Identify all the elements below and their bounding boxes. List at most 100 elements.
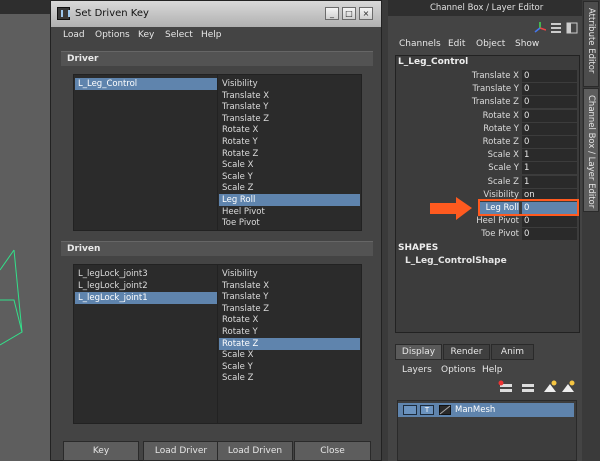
driven-attribute-list[interactable]: Visibility Translate X Translate Y Translat… [217, 264, 362, 424]
channel-attr-label[interactable]: Scale X [398, 149, 519, 161]
list-item[interactable]: Scale Y [219, 171, 360, 183]
channel-attr-value[interactable]: 0 [522, 215, 577, 228]
list-item[interactable]: Visibility [219, 78, 360, 90]
menu-edit[interactable]: Edit [448, 39, 465, 49]
driver-attribute-list[interactable]: Visibility Translate X Translate Y Translat… [217, 74, 362, 231]
list-item[interactable]: Rotate Z [219, 148, 360, 160]
channel-attr-label[interactable]: Scale Z [398, 176, 519, 188]
menu-layers[interactable]: Layers [402, 365, 432, 375]
close-icon[interactable]: × [359, 7, 373, 20]
viewport-wireframe [0, 249, 23, 346]
list-toggle-icon[interactable] [550, 22, 562, 34]
channel-attr-value[interactable]: 0 [522, 109, 577, 122]
dialog-titlebar[interactable]: Set Driven Key _ □ × [51, 1, 381, 27]
move-layer-up-icon[interactable] [544, 380, 557, 393]
list-item[interactable]: Translate Y [219, 291, 360, 303]
highlight-box [478, 199, 579, 216]
node-name[interactable]: L_Leg_Control [398, 57, 468, 67]
axis-icon[interactable] [534, 22, 546, 34]
list-item[interactable]: Scale X [219, 159, 360, 171]
tab-channel-box[interactable]: Channel Box / Layer Editor [583, 88, 599, 212]
channel-attr-label[interactable]: Rotate Z [398, 136, 519, 148]
list-item[interactable]: Rotate Y [219, 326, 360, 338]
channel-attr-value[interactable]: 0 [522, 122, 577, 135]
load-driven-button[interactable]: Load Driven [217, 441, 293, 461]
driven-header[interactable]: Driven [61, 241, 373, 256]
list-item[interactable]: Translate Y [219, 101, 360, 113]
layer-tool-icons [498, 380, 575, 393]
list-item[interactable]: Translate Z [219, 303, 360, 315]
menu-object[interactable]: Object [476, 39, 505, 49]
channel-attr-label[interactable]: Toe Pivot [398, 228, 519, 240]
list-item[interactable]: Translate X [219, 280, 360, 292]
list-item[interactable]: L_Leg_Control [75, 78, 217, 90]
close-button[interactable]: Close [294, 441, 371, 461]
channel-attr-label[interactable]: Rotate Y [398, 123, 519, 135]
menu-channels[interactable]: Channels [399, 39, 441, 49]
menu-layer-help[interactable]: Help [482, 365, 503, 375]
viewport[interactable] [0, 0, 50, 461]
maximize-icon[interactable]: □ [342, 7, 356, 20]
channel-attr-label[interactable]: Translate Z [398, 96, 519, 108]
channel-attr-value[interactable]: 1 [522, 162, 577, 175]
list-item[interactable]: Leg Roll [219, 194, 360, 206]
list-item[interactable]: Rotate X [219, 124, 360, 136]
layer-type-toggle[interactable]: T [420, 405, 434, 415]
driver-header[interactable]: Driver [61, 51, 373, 66]
menu-help[interactable]: Help [201, 30, 222, 40]
orange-arrow-icon [430, 197, 472, 220]
menu-select[interactable]: Select [165, 30, 193, 40]
tab-render[interactable]: Render [443, 344, 490, 360]
driver-object-list[interactable]: L_Leg_Control [73, 74, 219, 231]
list-item[interactable]: Scale Z [219, 182, 360, 194]
channel-attr-label[interactable]: Translate Y [398, 83, 520, 95]
channel-attr-value[interactable]: 1 [522, 149, 577, 162]
load-driver-button[interactable]: Load Driver [143, 441, 219, 461]
menu-options[interactable]: Options [95, 30, 130, 40]
layer-color-icon[interactable] [439, 405, 451, 415]
channel-attr-value[interactable]: 0 [522, 83, 577, 96]
tab-display[interactable]: Display [395, 344, 442, 360]
minimize-icon[interactable]: _ [325, 7, 339, 20]
shape-node-name[interactable]: L_Leg_ControlShape [405, 256, 507, 266]
list-item[interactable]: L_legLock_joint2 [75, 280, 217, 292]
list-item[interactable]: Translate X [219, 90, 360, 102]
list-item[interactable]: L_legLock_joint3 [75, 268, 217, 280]
channel-attr-value[interactable]: 1 [522, 175, 577, 188]
channel-attr-value[interactable]: 0 [522, 136, 577, 148]
key-button[interactable]: Key [63, 441, 139, 461]
channel-attr-value[interactable]: 0 [522, 96, 577, 109]
menu-show[interactable]: Show [515, 39, 539, 49]
list-item[interactable]: Translate Z [219, 113, 360, 125]
list-item[interactable]: L_legLock_joint1 [75, 292, 217, 304]
list-item[interactable]: Scale Z [219, 372, 360, 384]
list-item[interactable]: Rotate X [219, 314, 360, 326]
new-layer-from-selection-icon[interactable] [498, 380, 513, 393]
list-item[interactable]: Rotate Y [219, 136, 360, 148]
channel-attr-label[interactable]: Rotate X [398, 110, 519, 122]
layer-visibility-toggle[interactable] [403, 405, 417, 415]
tab-attribute-editor[interactable]: Attribute Editor [583, 1, 599, 87]
layer-name[interactable]: ManMesh [455, 405, 495, 415]
move-layer-down-icon[interactable] [562, 380, 575, 393]
channel-attr-value[interactable]: 0 [522, 228, 577, 241]
menu-layer-options[interactable]: Options [441, 365, 476, 375]
channel-attr-value[interactable]: 0 [522, 70, 577, 82]
channel-attr-label[interactable]: Scale Y [398, 162, 519, 174]
driven-object-list[interactable]: L_legLock_joint3 L_legLock_joint2 L_legL… [73, 264, 219, 424]
list-item[interactable]: Visibility [219, 268, 360, 280]
list-item[interactable]: Scale Y [219, 361, 360, 373]
menu-load[interactable]: Load [63, 30, 85, 40]
list-item[interactable]: Rotate Z [219, 337, 360, 350]
channel-attr-label[interactable]: Translate X [398, 70, 519, 82]
set-driven-key-dialog: Set Driven Key _ □ × Load Options Key Se… [50, 0, 382, 461]
driver-header-label: Driver [67, 54, 99, 64]
list-item[interactable]: Scale X [219, 349, 360, 361]
tab-anim[interactable]: Anim [491, 344, 534, 360]
list-item[interactable]: Toe Pivot [219, 217, 360, 229]
panel-toggle-icon[interactable] [566, 22, 578, 34]
list-item[interactable]: Heel Pivot [219, 206, 360, 218]
menu-key[interactable]: Key [138, 30, 154, 40]
shapes-header: SHAPES [398, 243, 439, 253]
new-layer-icon[interactable] [522, 384, 534, 392]
